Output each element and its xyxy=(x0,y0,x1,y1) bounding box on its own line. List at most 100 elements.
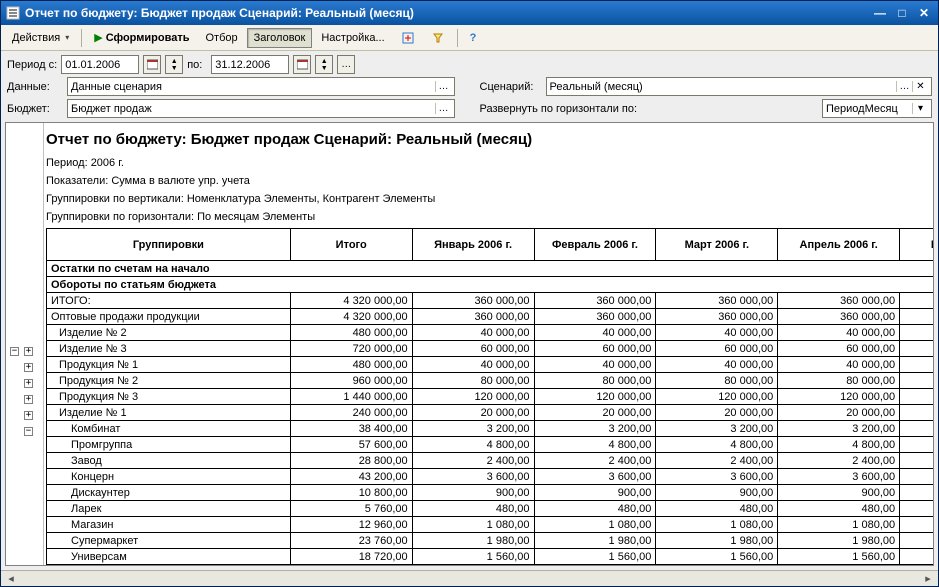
budget-label: Бюджет: xyxy=(7,103,63,115)
value-cell: 1 980,00 xyxy=(656,533,778,549)
window-buttons: — □ ✕ xyxy=(870,4,934,22)
value-cell: 4 320 000,00 xyxy=(290,309,412,325)
table-row: Изделие № 3720 000,0060 000,0060 000,006… xyxy=(47,341,935,357)
value-cell: 3 600,00 xyxy=(900,469,934,485)
collapse-node[interactable]: − xyxy=(24,427,33,436)
scenario-select-button[interactable]: … xyxy=(896,81,912,92)
tree-gutter: − + + + + + − xyxy=(6,123,44,565)
actions-menu[interactable]: Действия xyxy=(5,28,76,48)
filter-button[interactable]: Отбор xyxy=(198,28,244,48)
period-to-input[interactable]: 31.12.2006 xyxy=(211,55,289,74)
budget-select-button[interactable]: … xyxy=(435,103,451,114)
row-name-cell: Завод xyxy=(47,453,291,469)
toolbar: Действия ▶ Сформировать Отбор Заголовок … xyxy=(1,25,938,51)
value-cell: 120 000,00 xyxy=(412,389,534,405)
value-cell: 28 800,00 xyxy=(290,453,412,469)
value-cell: 900,00 xyxy=(656,485,778,501)
expand-node[interactable]: + xyxy=(24,347,33,356)
report-info-vgroup: Группировки по вертикали: Номенклатура Э… xyxy=(46,192,934,206)
value-cell: 2 400,00 xyxy=(656,453,778,469)
value-cell: 360 000,00 xyxy=(656,293,778,309)
data-combo[interactable]: Данные сценария … xyxy=(67,77,455,96)
value-cell: 360 000,00 xyxy=(900,309,934,325)
value-cell: 80 000,00 xyxy=(656,373,778,389)
row-name-cell: Промгруппа xyxy=(47,437,291,453)
value-cell: 80 000,00 xyxy=(900,373,934,389)
row-name-cell: Изделие № 2 xyxy=(47,325,291,341)
value-cell: 43 200,00 xyxy=(290,469,412,485)
value-cell: 4 800,00 xyxy=(412,437,534,453)
value-cell: 4 320 000,00 xyxy=(290,293,412,309)
column-header: Февраль 2006 г. xyxy=(534,229,656,261)
collapse-node[interactable]: − xyxy=(10,347,19,356)
period-to-calendar[interactable] xyxy=(293,55,311,74)
generate-button[interactable]: ▶ Сформировать xyxy=(87,28,196,48)
help-button[interactable]: ? xyxy=(463,28,484,48)
scroll-left-icon[interactable]: ◂ xyxy=(3,572,19,585)
value-cell: 1 980,00 xyxy=(900,533,934,549)
settings-button[interactable]: Настройка... xyxy=(314,28,391,48)
expand-node[interactable]: + xyxy=(24,363,33,372)
table-row: Изделие № 2480 000,0040 000,0040 000,004… xyxy=(47,325,935,341)
value-cell: 12 960,00 xyxy=(290,517,412,533)
row-name-cell: Оптовые продажи продукции xyxy=(47,309,291,325)
table-row: Ларек5 760,00480,00480,00480,00480,00480… xyxy=(47,501,935,517)
data-select-button[interactable]: … xyxy=(435,81,451,92)
scenario-combo[interactable]: Реальный (месяц) … ✕ xyxy=(546,77,933,96)
table-row: Продукция № 31 440 000,00120 000,00120 0… xyxy=(47,389,935,405)
value-cell: 360 000,00 xyxy=(534,293,656,309)
maximize-button[interactable]: □ xyxy=(892,4,912,22)
period-from-spin[interactable]: ▲▼ xyxy=(165,55,183,74)
close-button[interactable]: ✕ xyxy=(914,4,934,22)
window: Отчет по бюджету: Бюджет продаж Сценарий… xyxy=(0,0,939,587)
value-cell: 4 800,00 xyxy=(534,437,656,453)
value-cell: 3 200,00 xyxy=(534,421,656,437)
value-cell: 60 000,00 xyxy=(412,341,534,357)
value-cell: 1 440 000,00 xyxy=(290,389,412,405)
table-row: Продукция № 1480 000,0040 000,0040 000,0… xyxy=(47,357,935,373)
value-cell: 5 760,00 xyxy=(290,501,412,517)
row-name-cell: ИТОГО: xyxy=(47,293,291,309)
value-cell: 23 760,00 xyxy=(290,533,412,549)
section-turnover-row: Обороты по статьям бюджета xyxy=(47,277,935,293)
report-area[interactable]: − + + + + + − Отчет по бюджету: Бюджет п… xyxy=(5,122,934,566)
period-from-calendar[interactable] xyxy=(143,55,161,74)
tool-icon-1[interactable] xyxy=(394,28,422,48)
budget-combo[interactable]: Бюджет продаж … xyxy=(67,99,455,118)
value-cell: 480,00 xyxy=(534,501,656,517)
value-cell: 720 000,00 xyxy=(290,341,412,357)
row-name-cell: Комбинат xyxy=(47,421,291,437)
value-cell: 80 000,00 xyxy=(412,373,534,389)
value-cell: 360 000,00 xyxy=(534,309,656,325)
period-from-input[interactable]: 01.01.2006 xyxy=(61,55,139,74)
scenario-clear-button[interactable]: ✕ xyxy=(912,81,928,92)
header-button[interactable]: Заголовок xyxy=(247,28,313,48)
table-row: Оптовые продажи продукции4 320 000,00 360… xyxy=(47,309,935,325)
value-cell: 40 000,00 xyxy=(656,357,778,373)
value-cell: 3 600,00 xyxy=(778,469,900,485)
period-to-label: по: xyxy=(187,59,207,71)
value-cell: 20 000,00 xyxy=(412,405,534,421)
row-name-cell: Продукция № 3 xyxy=(47,389,291,405)
scroll-right-icon[interactable]: ▸ xyxy=(920,572,936,585)
value-cell: 60 000,00 xyxy=(900,341,934,357)
expand-dropdown-button[interactable]: ▾ xyxy=(912,103,928,114)
tool-icon-2[interactable] xyxy=(424,28,452,48)
minimize-button[interactable]: — xyxy=(870,4,890,22)
section-cell: Остатки по счетам на начало xyxy=(47,261,935,277)
expand-node[interactable]: + xyxy=(24,411,33,420)
horizontal-scrollbar[interactable]: ◂ ▸ xyxy=(1,570,938,586)
period-to-spin[interactable]: ▲▼ xyxy=(315,55,333,74)
expand-combo[interactable]: ПериодМесяц ▾ xyxy=(822,99,932,118)
period-from-label: Период с: xyxy=(7,59,57,71)
period-select-button[interactable]: … xyxy=(337,55,355,74)
row-name-cell: Супермаркет xyxy=(47,533,291,549)
expand-node[interactable]: + xyxy=(24,379,33,388)
expand-node[interactable]: + xyxy=(24,395,33,404)
row-name-cell: Продукция № 2 xyxy=(47,373,291,389)
value-cell: 480,00 xyxy=(656,501,778,517)
table-row: Завод28 800,002 400,002 400,002 400,002 … xyxy=(47,453,935,469)
value-cell: 80 000,00 xyxy=(534,373,656,389)
report-info-period: Период: 2006 г. xyxy=(46,156,934,170)
table-row: Дискаунтер10 800,00900,00900,00900,00900… xyxy=(47,485,935,501)
